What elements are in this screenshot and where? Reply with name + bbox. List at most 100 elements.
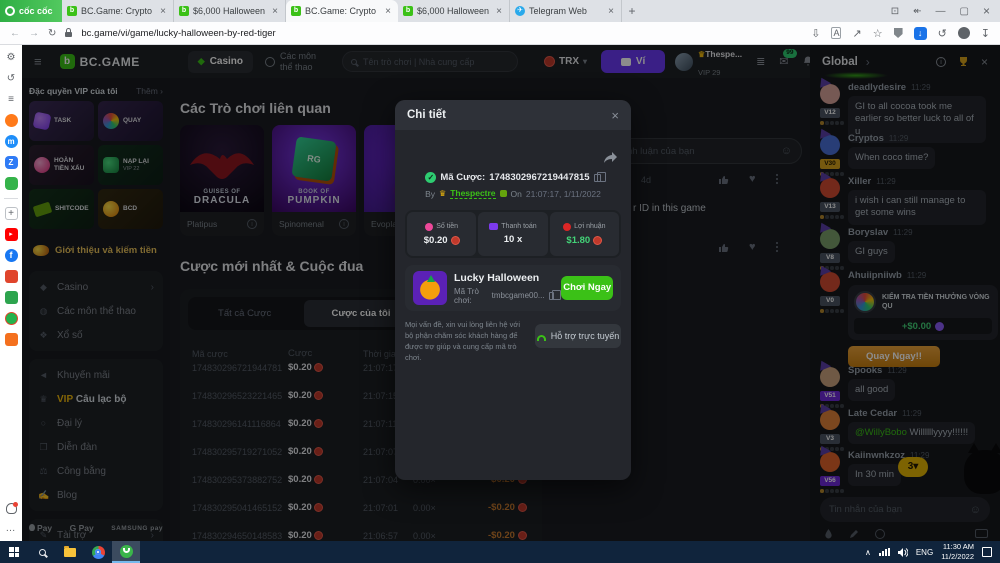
crown-icon: ♛: [439, 189, 446, 198]
shop-icon-2[interactable]: [5, 291, 18, 304]
downloads-tray-icon[interactable]: ↧: [981, 27, 990, 40]
more-icon[interactable]: …: [5, 522, 18, 535]
download-active-icon[interactable]: ↓: [914, 27, 927, 40]
notification-bell-icon[interactable]: [6, 503, 17, 514]
tab-close-icon[interactable]: ×: [606, 6, 616, 17]
sync-icon[interactable]: ↺: [938, 27, 947, 40]
network-icon[interactable]: [879, 548, 890, 557]
reload-icon[interactable]: ↻: [48, 28, 56, 39]
stat-profit: Lợi nhuận $1.80: [550, 212, 619, 256]
rail-divider: [4, 198, 18, 199]
back-icon[interactable]: ←: [10, 28, 20, 39]
add-shortcut-icon[interactable]: +: [5, 207, 18, 220]
coccoc-logo-icon: [5, 6, 15, 16]
trx-coin-icon: [593, 236, 602, 245]
taskbar-search-button[interactable]: [28, 541, 56, 563]
action-center-icon[interactable]: [982, 547, 992, 557]
youtube-icon[interactable]: ▸: [5, 228, 18, 241]
tab-preview-icon[interactable]: ⊡: [891, 6, 899, 17]
folder-icon: [64, 548, 76, 557]
payout-icon: [489, 223, 498, 230]
coccoc-app-button[interactable]: [112, 541, 140, 563]
session-restore-icon[interactable]: ↞: [913, 6, 921, 17]
translate-icon[interactable]: A: [831, 27, 841, 39]
new-tab-button[interactable]: +: [622, 0, 642, 22]
hot-icon[interactable]: [5, 114, 18, 127]
modal-close-icon[interactable]: ×: [611, 108, 619, 123]
url-text[interactable]: bc.game/vi/game/lucky-halloween-by-red-t…: [81, 28, 275, 39]
shop-icon-1[interactable]: [5, 270, 18, 283]
chrome-icon: [92, 546, 105, 559]
browser-address-bar: ← → ↻ bc.game/vi/game/lucky-halloween-by…: [0, 22, 1000, 45]
save-page-icon[interactable]: ⇩: [811, 27, 820, 40]
bcgame-favicon-icon: b: [403, 6, 413, 16]
tab-close-icon[interactable]: ×: [158, 6, 168, 17]
profit-icon: [563, 223, 571, 231]
messenger-icon[interactable]: m: [5, 135, 18, 148]
tab-telegram[interactable]: ✈ Telegram Web ×: [510, 0, 622, 22]
game-name: Lucky Halloween: [454, 272, 554, 284]
verified-check-icon: ✓: [425, 172, 436, 183]
feed-icon[interactable]: ≡: [5, 93, 18, 106]
tab-bcgame-2-active[interactable]: b BC.Game: Crypto Casino Gam ×: [286, 0, 398, 22]
player-emote-icon: [500, 190, 507, 197]
shop-icon-3[interactable]: [5, 312, 18, 325]
window-close-button[interactable]: ×: [983, 4, 990, 18]
bet-datetime: 21:07:17, 1/11/2022: [526, 189, 601, 199]
game-row: Lucky Halloween Mã Trò chơi: tmbcgame00.…: [405, 265, 621, 311]
copy-icon[interactable]: [594, 174, 601, 182]
player-name-link[interactable]: Thespectre: [450, 188, 495, 199]
facebook-icon[interactable]: f: [5, 249, 18, 262]
tab-bcgame-1[interactable]: b BC.Game: Crypto Casino Gam ×: [62, 0, 174, 22]
tab-halloween-battle-2[interactable]: b $6,000 Halloween Slot Battle ×: [398, 0, 510, 22]
chrome-button[interactable]: [84, 541, 112, 563]
taskbar-clock[interactable]: 11:30 AM 11/2/2022: [941, 542, 974, 562]
bcgame-favicon-icon: b: [67, 6, 77, 16]
games-icon[interactable]: [5, 177, 18, 190]
stat-payout: Thanh toán 10 x: [478, 212, 547, 256]
bet-id-line: ✓ Mã Cược: 1748302967219447815: [395, 172, 631, 183]
modal-header: Chi tiết ×: [395, 100, 631, 130]
cart-icon[interactable]: [5, 333, 18, 346]
support-help-text: Mọi vấn đề, xin vui lòng liên hệ với bộ …: [405, 320, 527, 364]
copy-icon[interactable]: [549, 292, 555, 300]
bet-details-modal: Chi tiết × ✓ Mã Cược: 174830296721944781…: [395, 100, 631, 480]
bcgame-favicon-icon: b: [291, 6, 301, 16]
maximize-button[interactable]: ▢: [960, 6, 969, 17]
coccoc-brand-label: cốc cốc: [19, 6, 53, 16]
settings-icon[interactable]: ⚙: [5, 51, 18, 64]
start-button[interactable]: [0, 541, 28, 563]
browser-profile-icon[interactable]: [958, 27, 970, 39]
amount-icon: [425, 223, 433, 231]
modal-title: Chi tiết: [407, 109, 446, 121]
history-icon[interactable]: ↺: [5, 72, 18, 85]
volume-icon[interactable]: [898, 548, 908, 557]
share-bet-icon[interactable]: [604, 152, 617, 163]
trx-coin-icon: [451, 236, 460, 245]
tab-close-icon[interactable]: ×: [270, 6, 280, 17]
bcgame-favicon-icon: b: [179, 6, 189, 16]
windows-taskbar: ∧ ENG 11:30 AM 11/2/2022: [0, 541, 1000, 563]
bookmark-star-icon[interactable]: ☆: [873, 27, 883, 40]
minimize-button[interactable]: —: [936, 6, 946, 17]
coccoc-menu-button[interactable]: cốc cốc: [0, 0, 62, 22]
live-support-button[interactable]: Hỗ trợ trực tuyến: [535, 324, 621, 348]
browser-tab-bar: cốc cốc b BC.Game: Crypto Casino Gam × b…: [0, 0, 1000, 22]
adblock-shield-icon[interactable]: [894, 28, 903, 38]
zalo-icon[interactable]: Z: [5, 156, 18, 169]
tab-close-icon[interactable]: ×: [383, 6, 393, 17]
language-indicator[interactable]: ENG: [916, 548, 933, 557]
game-thumbnail[interactable]: [413, 271, 447, 305]
forward-icon[interactable]: →: [29, 28, 39, 39]
play-now-button[interactable]: Chơi Ngay: [561, 276, 613, 300]
bet-byline: By ♛ Thespectre On 21:07:17, 1/11/2022: [395, 188, 631, 199]
share-icon[interactable]: ↗: [852, 27, 861, 40]
tab-halloween-battle-1[interactable]: b $6,000 Halloween Slot Battle ×: [174, 0, 286, 22]
tab-close-icon[interactable]: ×: [494, 6, 504, 17]
lock-icon: [65, 32, 72, 37]
show-hidden-icons[interactable]: ∧: [865, 548, 871, 557]
file-explorer-button[interactable]: [56, 541, 84, 563]
headset-icon: [537, 335, 546, 341]
game-code: tmbcgame00...: [492, 291, 545, 300]
search-icon: [39, 549, 46, 556]
